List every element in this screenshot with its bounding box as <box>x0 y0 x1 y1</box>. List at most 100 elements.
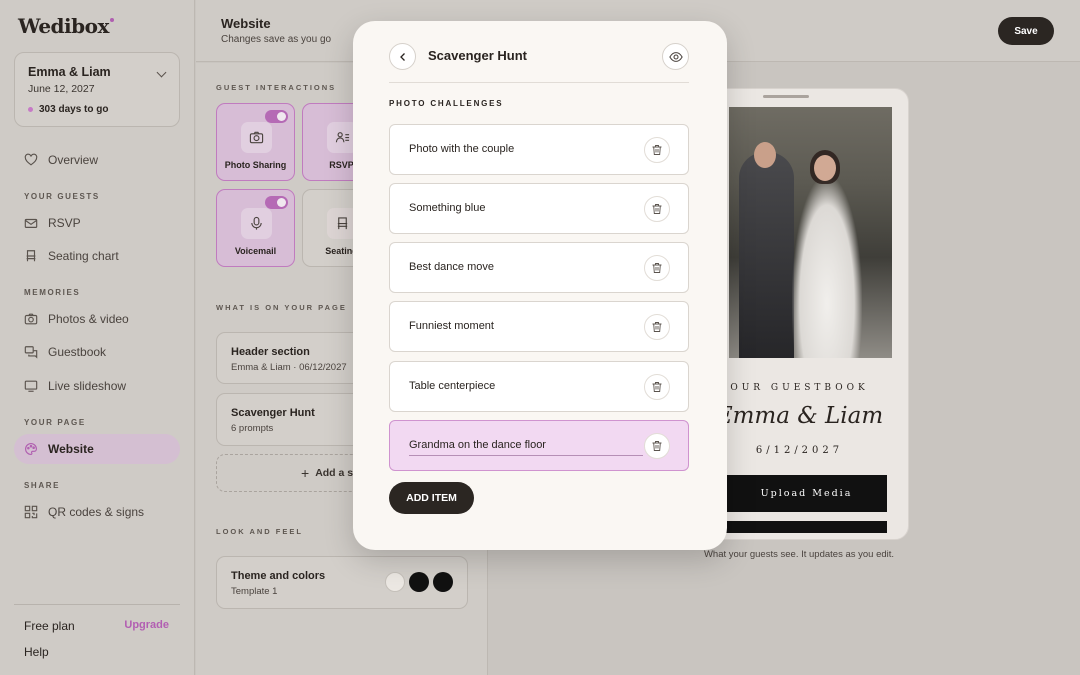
help-link[interactable]: Help <box>24 645 49 659</box>
heart-icon <box>24 153 38 167</box>
phone-notch <box>763 95 809 98</box>
plan-label: Free plan <box>24 619 75 633</box>
save-button[interactable]: Save <box>998 17 1054 45</box>
feature-toggle[interactable] <box>265 110 288 123</box>
sidebar-item-slideshow[interactable]: Live slideshow <box>14 371 180 401</box>
feature-tile-voicemail[interactable]: Voicemail <box>216 189 295 267</box>
challenge-text[interactable]: Best dance move <box>409 261 494 273</box>
tile-label: Voicemail <box>234 246 277 256</box>
sidebar-item-label: RSVP <box>48 216 81 230</box>
challenge-item[interactable]: Table centerpiece <box>389 361 689 412</box>
challenge-item-editing[interactable]: Grandma on the dance floor <box>389 420 689 471</box>
challenge-item[interactable]: Something blue <box>389 183 689 234</box>
photo-head <box>814 155 836 181</box>
sidebar-item-photos[interactable]: Photos & video <box>14 304 180 334</box>
trash-icon <box>652 382 662 392</box>
camera-icon <box>241 122 272 153</box>
nav-section-share: SHARE <box>24 481 61 490</box>
sidebar: Wedibox Emma & Liam June 12, 2027 303 da… <box>0 0 195 675</box>
preview-secondary-button[interactable] <box>726 521 887 533</box>
color-swatch[interactable] <box>385 572 405 592</box>
delete-button[interactable] <box>644 314 670 340</box>
qr-code-icon <box>24 505 38 519</box>
challenge-item[interactable]: Best dance move <box>389 242 689 293</box>
sidebar-item-guestbook[interactable]: Guestbook <box>14 337 180 367</box>
section-heading-challenges: PHOTO CHALLENGES <box>389 99 504 108</box>
modal-title: Scavenger Hunt <box>428 48 527 63</box>
sidebar-item-label: Guestbook <box>48 345 107 359</box>
preview-upload-button[interactable]: Upload Media <box>726 475 887 512</box>
trash-icon <box>652 204 662 214</box>
theme-card[interactable]: Theme and colors Template 1 <box>216 556 468 609</box>
event-date: June 12, 2027 <box>28 83 95 95</box>
trash-icon <box>652 322 662 332</box>
challenge-text[interactable]: Photo with the couple <box>409 143 514 155</box>
challenge-text[interactable]: Table centerpiece <box>409 380 495 392</box>
sidebar-item-qr[interactable]: QR codes & signs <box>14 497 180 527</box>
couple-photo <box>729 107 892 358</box>
status-dot <box>28 107 33 112</box>
sidebar-item-seating[interactable]: Seating chart <box>14 241 180 271</box>
feature-toggle[interactable] <box>265 196 288 209</box>
event-name: Emma & Liam <box>28 65 111 79</box>
eye-icon <box>668 51 683 62</box>
upgrade-link[interactable]: Upgrade <box>124 619 169 631</box>
add-item-button[interactable]: ADD ITEM <box>389 482 474 514</box>
delete-button[interactable] <box>644 255 670 281</box>
sidebar-item-label: Live slideshow <box>48 379 127 393</box>
delete-button[interactable] <box>644 433 670 459</box>
palette-icon <box>24 442 38 456</box>
countdown-text: 303 days to go <box>39 104 109 115</box>
section-heading-look: LOOK AND FEEL <box>216 527 303 536</box>
trash-icon <box>652 145 662 155</box>
challenge-item[interactable]: Photo with the couple <box>389 124 689 175</box>
microphone-icon <box>241 208 272 239</box>
event-switcher[interactable]: Emma & Liam June 12, 2027 303 days to go <box>14 52 180 127</box>
challenge-text-input[interactable]: Grandma on the dance floor <box>409 439 643 456</box>
envelope-icon <box>24 216 38 230</box>
sidebar-item-label: Overview <box>48 153 99 167</box>
sidebar-item-website[interactable]: Website <box>14 434 180 464</box>
card-subtitle: Emma & Liam · 06/12/2027 <box>231 362 347 373</box>
nav-section-page: YOUR PAGE <box>24 418 86 427</box>
sidebar-item-label: Seating chart <box>48 249 119 263</box>
page-title: Website <box>221 16 271 31</box>
color-swatch[interactable] <box>433 572 453 592</box>
scavenger-hunt-modal: Scavenger Hunt PHOTO CHALLENGES Photo wi… <box>353 21 727 550</box>
section-heading-page: WHAT IS ON YOUR PAGE <box>216 303 347 312</box>
preview-toggle-button[interactable] <box>662 43 689 70</box>
camera-icon <box>24 312 38 326</box>
delete-button[interactable] <box>644 137 670 163</box>
section-heading-interactions: GUEST INTERACTIONS <box>216 83 337 92</box>
challenge-text[interactable]: Something blue <box>409 202 485 214</box>
divider <box>14 604 180 605</box>
sidebar-item-overview[interactable]: Overview <box>14 145 180 175</box>
trash-icon <box>652 441 662 451</box>
chair-icon <box>24 249 38 263</box>
photo-bride <box>792 177 862 358</box>
trash-icon <box>652 263 662 273</box>
divider <box>389 82 689 83</box>
card-title: Scavenger Hunt <box>231 407 315 419</box>
delete-button[interactable] <box>644 374 670 400</box>
feature-tile-photo-sharing[interactable]: Photo Sharing <box>216 103 295 181</box>
monitor-icon <box>24 379 38 393</box>
preview-caption: What your guests see. It updates as you … <box>703 549 895 560</box>
tile-label: Photo Sharing <box>224 160 287 170</box>
sidebar-item-rsvp[interactable]: RSVP <box>14 208 180 238</box>
back-button[interactable] <box>389 43 416 70</box>
photo-head <box>754 142 776 168</box>
card-subtitle: Template 1 <box>231 586 278 597</box>
challenge-text[interactable]: Funniest moment <box>409 320 494 332</box>
event-countdown: 303 days to go <box>28 104 108 115</box>
sidebar-item-label: Photos & video <box>48 312 129 326</box>
nav-section-guests: YOUR GUESTS <box>24 192 100 201</box>
card-title: Theme and colors <box>231 570 326 582</box>
delete-button[interactable] <box>644 196 670 222</box>
photo-groom <box>739 152 794 358</box>
nav-section-memories: MEMORIES <box>24 288 81 297</box>
app-logo[interactable]: Wedibox <box>18 14 114 38</box>
challenge-item[interactable]: Funniest moment <box>389 301 689 352</box>
color-swatch[interactable] <box>409 572 429 592</box>
sidebar-item-label: Website <box>48 442 94 456</box>
